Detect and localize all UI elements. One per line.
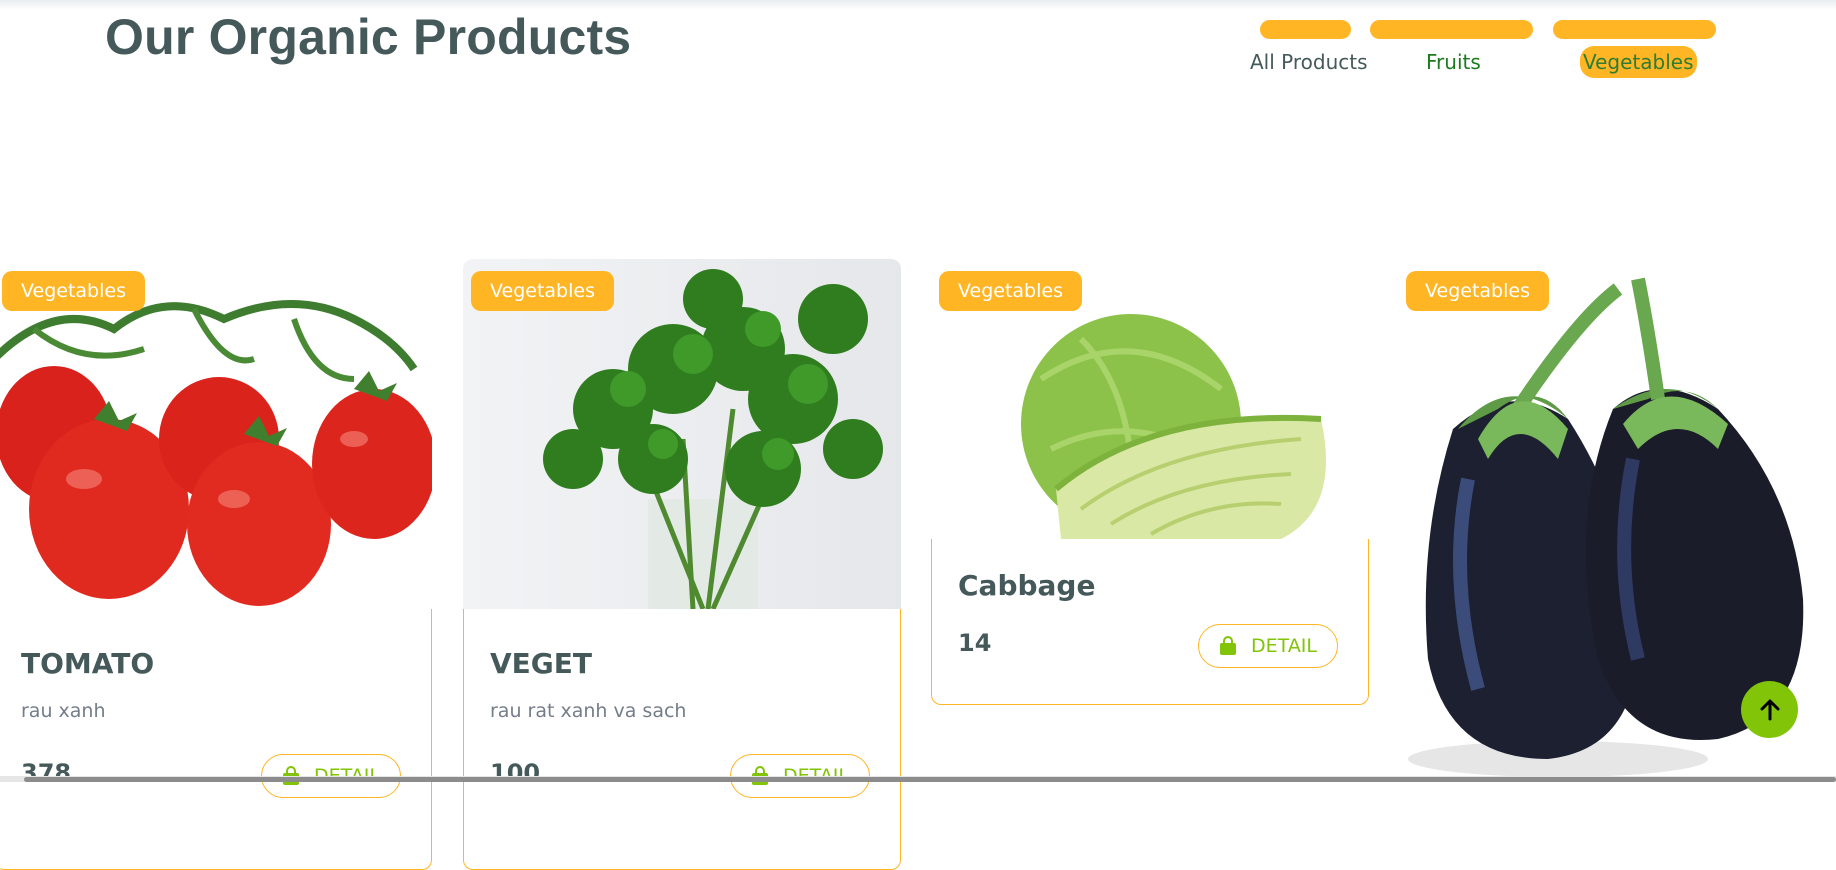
- arrow-up-icon: [1760, 699, 1779, 720]
- tab-label[interactable]: All Products: [1250, 50, 1368, 74]
- product-card-body: Cabbage 14 DETAIL: [931, 539, 1369, 705]
- category-badge: Vegetables: [471, 271, 614, 311]
- product-card[interactable]: Vegetables Cabbage 14 DETAIL: [931, 259, 1369, 819]
- product-description: rau xanh: [21, 700, 106, 722]
- product-name: Cabbage: [958, 569, 1096, 602]
- category-badge: Vegetables: [939, 271, 1082, 311]
- tomato-illustration: [0, 259, 432, 609]
- category-tabs: All Products Fruits Vegetables: [0, 18, 1836, 88]
- scrollbar-thumb[interactable]: [24, 777, 1836, 782]
- product-card-body: TOMATO rau xanh 378 DETAIL: [0, 609, 432, 870]
- parsley-illustration: [463, 259, 901, 609]
- detail-button-label: DETAIL: [1251, 635, 1317, 657]
- back-to-top-button[interactable]: [1741, 681, 1798, 738]
- horizontal-scrollbar[interactable]: [0, 776, 1836, 782]
- category-badge: Vegetables: [1406, 271, 1549, 311]
- product-image-tomato: [0, 259, 432, 609]
- product-price: 14: [958, 629, 992, 657]
- product-price: 100: [490, 759, 541, 787]
- product-name: VEGET: [490, 647, 593, 680]
- category-badge: Vegetables: [2, 271, 145, 311]
- product-card-body: VEGET rau rat xanh va sach 100 DETAIL: [463, 609, 901, 870]
- product-price: 378: [21, 759, 72, 787]
- product-description: rau rat xanh va sach: [490, 700, 687, 722]
- shopping-bag-icon: [1220, 636, 1237, 655]
- product-name: TOMATO: [21, 647, 155, 680]
- tab-label[interactable]: Vegetables: [1580, 46, 1697, 78]
- product-card[interactable]: Vegetables TOMATO rau xanh 378 DETAIL: [0, 259, 432, 870]
- tab-indicator: [1370, 20, 1533, 39]
- product-image-parsley: [463, 259, 901, 609]
- tab-label[interactable]: Fruits: [1426, 50, 1481, 74]
- product-card[interactable]: Vegetables VEGET rau rat xanh va sach 10…: [463, 259, 901, 870]
- tab-indicator: [1260, 20, 1351, 39]
- tab-indicator: [1553, 20, 1716, 39]
- detail-button[interactable]: DETAIL: [1198, 624, 1338, 668]
